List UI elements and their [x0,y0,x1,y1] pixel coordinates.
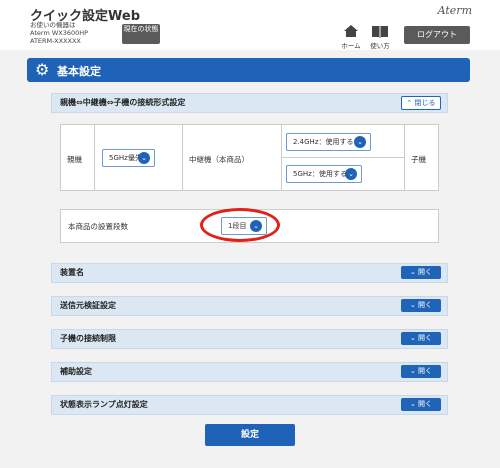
open-label: 開く [418,400,433,408]
chevron-down-icon: ⌄ [345,168,357,180]
chevron-up-icon: ⌃ [406,99,413,107]
chevron-down-icon: ⌄ [138,152,150,164]
chevron-down-icon: ⌄ [409,400,416,408]
chevron-down-icon: ⌄ [409,334,416,342]
section-title: 送信元検証設定 [60,301,116,310]
device-id: ATERM-XXXXXX [30,37,81,45]
main-settings-bar: ⚙ 基本設定 [27,58,470,82]
highlight-circle [200,208,280,242]
home-label: ホーム [341,42,361,50]
section-title: 補助設定 [60,367,92,376]
home-nav[interactable]: ホーム [340,24,362,50]
book-icon [372,26,388,38]
gear-icon: ⚙ [35,60,50,79]
relay-24-select[interactable]: 2.4GHz：使用する ⌄ [286,133,371,151]
divider [94,125,95,190]
close-button[interactable]: ⌃ 閉じる [401,96,441,110]
chevron-down-icon: ⌄ [409,367,416,375]
open-label: 開く [418,268,433,276]
open-button[interactable]: ⌄ 開く [401,398,441,411]
open-label: 開く [418,334,433,342]
section-status-lamp: 状態表示ランプ点灯設定 ⌄ 開く [51,395,448,415]
section-device-name: 装置名 ⌄ 開く [51,263,448,283]
help-label: 使い方 [370,42,390,50]
help-nav[interactable]: 使い方 [368,24,392,50]
section-auxiliary: 補助設定 ⌄ 開く [51,362,448,382]
open-label: 開く [418,301,433,309]
connection-table: 親機 5GHz優先 ⌄ 中継機（本商品） 2.4GHz：使用する ⌄ 5GHz：… [60,124,439,191]
relay-5-value: 5GHz：使用する [293,170,347,178]
open-button[interactable]: ⌄ 開く [401,266,441,279]
logout-button[interactable]: ログアウト [404,26,470,44]
device-line: お使いの機器は [30,21,76,29]
divider [182,125,183,190]
connection-panel-title: 親機⇔中継機⇔子機の接続形式設定 [60,98,186,107]
parent-select-value: 5GHz優先 [109,154,142,162]
parent-select[interactable]: 5GHz優先 ⌄ [102,149,155,167]
brand-logo: Aterm [437,4,472,17]
home-icon [344,25,358,37]
child-label: 子機 [411,155,426,164]
section-title: 装置名 [60,268,84,277]
open-button[interactable]: ⌄ 開く [401,332,441,345]
open-button[interactable]: ⌄ 開く [401,365,441,378]
relay-label: 中継機（本商品） [189,155,249,164]
section-source-verify: 送信元検証設定 ⌄ 開く [51,296,448,316]
connection-panel-header: 親機⇔中継機⇔子機の接続形式設定 ⌃ 閉じる [51,93,448,113]
header: クイック設定Web お使いの機器は Aterm WX3600HP ATERM-X… [0,0,500,50]
section-title: 状態表示ランプ点灯設定 [60,400,148,409]
section-connection-limit: 子機の接続制限 ⌄ 開く [51,329,448,349]
open-button[interactable]: ⌄ 開く [401,299,441,312]
device-model: Aterm WX3600HP [30,29,89,37]
page-title: 基本設定 [57,65,101,78]
divider [404,125,405,190]
chevron-down-icon: ⌄ [354,136,366,148]
relay-24-value: 2.4GHz：使用する [293,138,354,146]
open-label: 開く [418,367,433,375]
relay-5-select[interactable]: 5GHz：使用する ⌄ [286,165,362,183]
divider [281,157,404,158]
submit-button[interactable]: 設定 [205,424,295,446]
section-title: 子機の接続制限 [60,334,116,343]
status-button[interactable]: 現在の状態 [122,24,160,44]
chevron-down-icon: ⌄ [409,301,416,309]
install-label: 本商品の設置段数 [68,222,128,231]
chevron-down-icon: ⌄ [409,268,416,276]
parent-label: 親機 [67,155,82,164]
close-label: 閉じる [414,99,436,107]
